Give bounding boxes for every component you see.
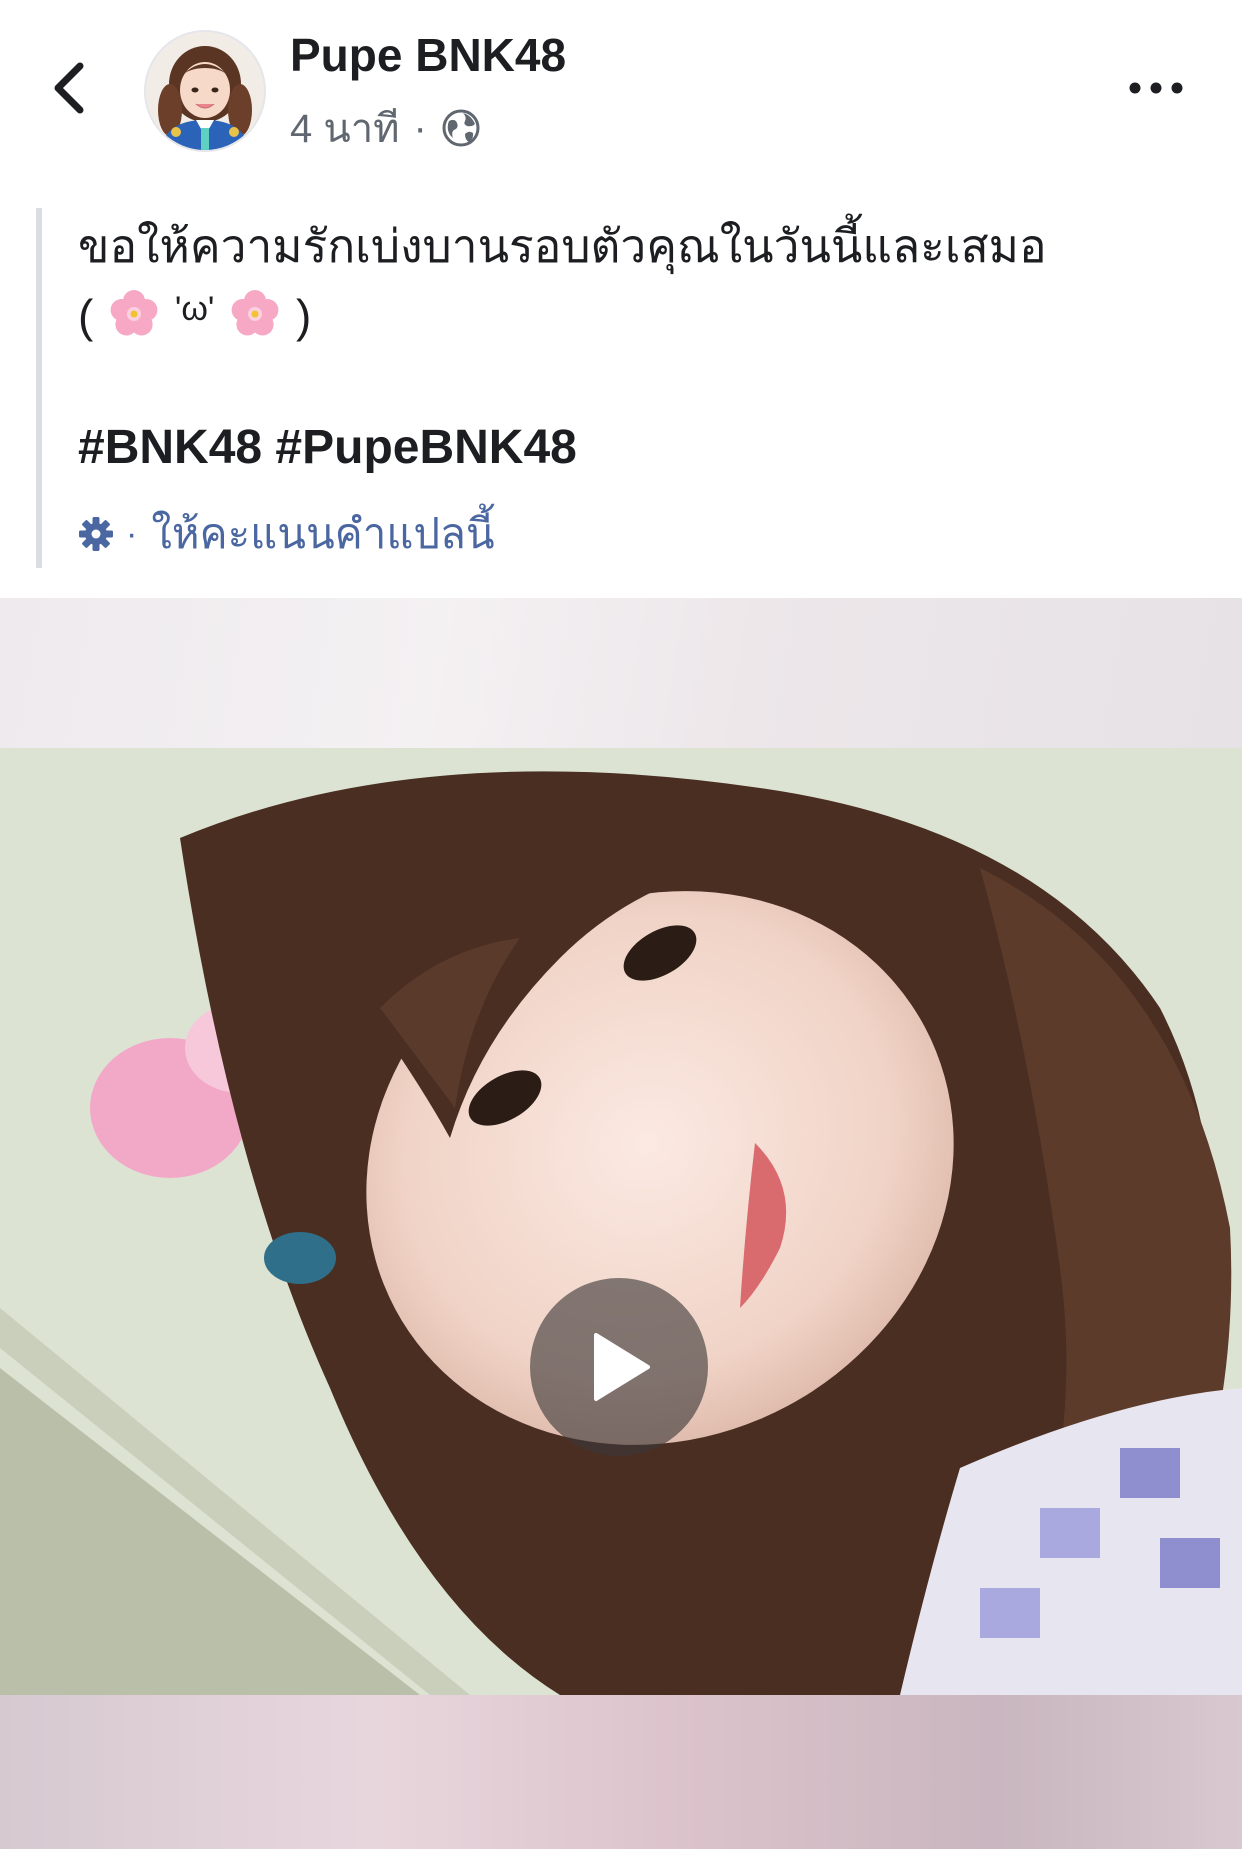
caption-paren-close: )	[295, 290, 312, 342]
translation-rating-row: · ให้คะแนนคำแปลนี้	[78, 504, 495, 564]
page-name[interactable]: Pupe BNK48	[290, 28, 566, 82]
hashtags[interactable]: #BNK48 #PupeBNK48	[78, 420, 577, 475]
globe-icon	[442, 109, 480, 147]
avatar-image	[146, 32, 264, 150]
rate-translation-link[interactable]: ให้คะแนนคำแปลนี้	[151, 501, 494, 567]
more-horizontal-icon	[1129, 82, 1183, 94]
caption-face: 'ω'	[174, 290, 215, 328]
caption-line-2: ( 'ω')	[78, 286, 311, 343]
cherry-blossom-icon	[231, 290, 279, 336]
play-button[interactable]	[530, 1278, 708, 1456]
gear-icon	[79, 517, 113, 551]
video-bottom-band	[0, 1695, 1242, 1849]
more-options-button[interactable]	[1116, 58, 1196, 118]
video-player[interactable]	[0, 598, 1242, 1849]
post-caption: ขอให้ความรักเบ่งบานรอบตัวคุณในวันนี้และเ…	[36, 208, 1206, 568]
video-thumbnail	[0, 748, 1242, 1695]
facebook-post-view: Pupe BNK48 4 นาที · ขอให้ความรักเบ่งบานร…	[0, 0, 1242, 1849]
post-header: Pupe BNK48 4 นาที ·	[0, 0, 1242, 170]
translate-separator: ·	[126, 514, 138, 553]
caption-line-1: ขอให้ความรักเบ่งบานรอบตัวคุณในวันนี้และเ…	[78, 220, 1047, 272]
cherry-blossom-icon	[110, 290, 158, 336]
avatar[interactable]	[144, 30, 266, 152]
video-frame	[0, 748, 1242, 1695]
back-button[interactable]	[40, 52, 100, 124]
video-top-band	[0, 598, 1242, 748]
play-icon	[594, 1333, 650, 1401]
post-timestamp[interactable]: 4 นาที	[290, 96, 400, 160]
meta-separator: ·	[413, 105, 427, 150]
caption-paren-open: (	[78, 290, 94, 342]
chevron-left-icon	[54, 62, 84, 114]
post-meta: 4 นาที ·	[290, 100, 481, 156]
